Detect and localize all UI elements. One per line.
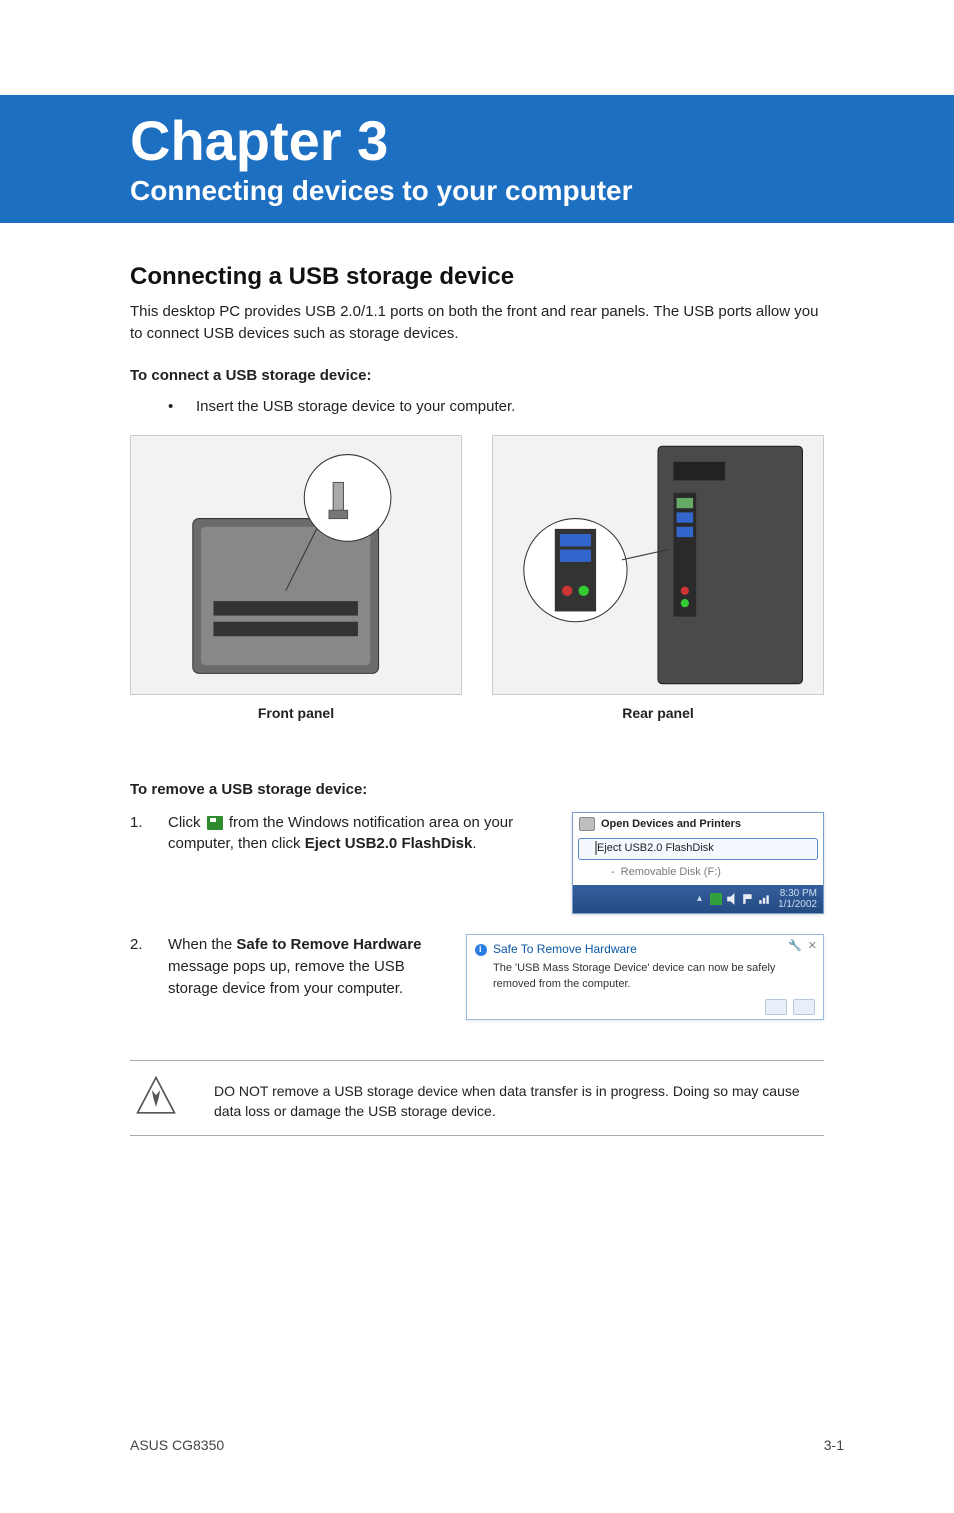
footer-model: ASUS CG8350 [130, 1437, 224, 1453]
step1-bold: Eject USB2.0 FlashDisk [305, 835, 473, 852]
step2-post: message pops up, remove the USB storage … [168, 958, 405, 997]
footer-button-1[interactable] [765, 999, 787, 1015]
step1-pre: Click [168, 814, 205, 831]
notify-title: Safe To Remove Hardware [493, 941, 637, 958]
volume-icon[interactable] [726, 893, 738, 905]
step-2-number: 2. [130, 934, 168, 956]
notify-actions: 🔧 ✕ [788, 939, 817, 955]
step2-pre: When the [168, 936, 236, 953]
connect-subheading: To connect a USB storage device: [130, 367, 824, 384]
rear-panel-col: Rear panel [492, 435, 824, 721]
system-clock[interactable]: 8:30 PM 1/1/2002 [778, 888, 817, 910]
rear-panel-label: Rear panel [492, 705, 824, 721]
step-1-text: Click from the Windows notification area… [168, 812, 572, 856]
front-panel-illustration [130, 435, 462, 695]
step1-end: . [472, 835, 476, 852]
notify-body: The 'USB Mass Storage Device' device can… [475, 961, 815, 993]
remove-subheading: To remove a USB storage device: [130, 781, 824, 798]
tray-icons [710, 893, 770, 905]
footer-page-number: 3-1 [824, 1437, 844, 1453]
footer-button-2[interactable] [793, 999, 815, 1015]
close-icon[interactable]: ✕ [808, 939, 817, 955]
bullet-mark: • [168, 398, 196, 415]
front-panel-col: Front panel [130, 435, 462, 721]
warning-block: DO NOT remove a USB storage device when … [130, 1060, 824, 1137]
info-icon [475, 944, 487, 956]
open-devices-label: Open Devices and Printers [601, 817, 741, 833]
chapter-title: Chapter 3 [130, 113, 954, 169]
devices-printers-icon [579, 817, 595, 831]
clock-date: 1/1/2002 [778, 899, 817, 910]
connect-bullet-row: • Insert the USB storage device to your … [168, 398, 824, 415]
front-panel-label: Front panel [130, 705, 462, 721]
wrench-icon[interactable]: 🔧 [788, 939, 802, 955]
eject-label: Eject USB2.0 FlashDisk [597, 842, 714, 854]
network-icon[interactable] [758, 893, 770, 905]
removable-disk-label: Removable Disk (F:) [621, 865, 721, 881]
eject-item[interactable]: Eject USB2.0 FlashDisk [578, 838, 818, 860]
page: Chapter 3 Connecting devices to your com… [0, 95, 954, 1513]
open-devices-item[interactable]: Open Devices and Printers [573, 813, 823, 837]
warning-icon [130, 1075, 182, 1117]
step-2: 2. When the Safe to Remove Hardware mess… [130, 934, 824, 1019]
clock-time: 8:30 PM [780, 888, 817, 899]
step-1-number: 1. [130, 812, 168, 834]
section-heading: Connecting a USB storage device [130, 263, 824, 291]
intro-paragraph: This desktop PC provides USB 2.0/1.1 por… [130, 301, 824, 345]
flag-icon[interactable] [742, 893, 754, 905]
rear-panel-illustration [492, 435, 824, 695]
step2-bold: Safe to Remove Hardware [236, 936, 421, 953]
panel-illustrations: Front panel [130, 435, 824, 721]
chapter-banner: Chapter 3 Connecting devices to your com… [0, 95, 954, 223]
connect-bullet-text: Insert the USB storage device to your co… [196, 398, 515, 415]
safe-remove-notification: 🔧 ✕ Safe To Remove Hardware The 'USB Mas… [466, 934, 824, 1019]
eject-popup: Open Devices and Printers Eject USB2.0 F… [572, 812, 824, 915]
notify-title-row: Safe To Remove Hardware [475, 941, 815, 958]
warning-text: DO NOT remove a USB storage device when … [214, 1075, 824, 1122]
page-footer: ASUS CG8350 3-1 [130, 1437, 844, 1453]
taskbar: ▴ 8:30 PM 1/1/2002 [573, 885, 823, 913]
removable-disk-item[interactable]: - Removable Disk (F:) [573, 862, 823, 885]
safely-remove-tray-icon [207, 816, 223, 830]
chapter-subtitle: Connecting devices to your computer [130, 175, 954, 207]
step-1: 1. Click from the Windows notification a… [130, 812, 824, 915]
step-2-text: When the Safe to Remove Hardware message… [168, 934, 466, 999]
safely-remove-icon[interactable] [710, 893, 722, 905]
notify-footer [475, 999, 815, 1015]
tray-chevron-icon[interactable]: ▴ [697, 892, 702, 907]
content-area: Connecting a USB storage device This des… [0, 223, 954, 1136]
